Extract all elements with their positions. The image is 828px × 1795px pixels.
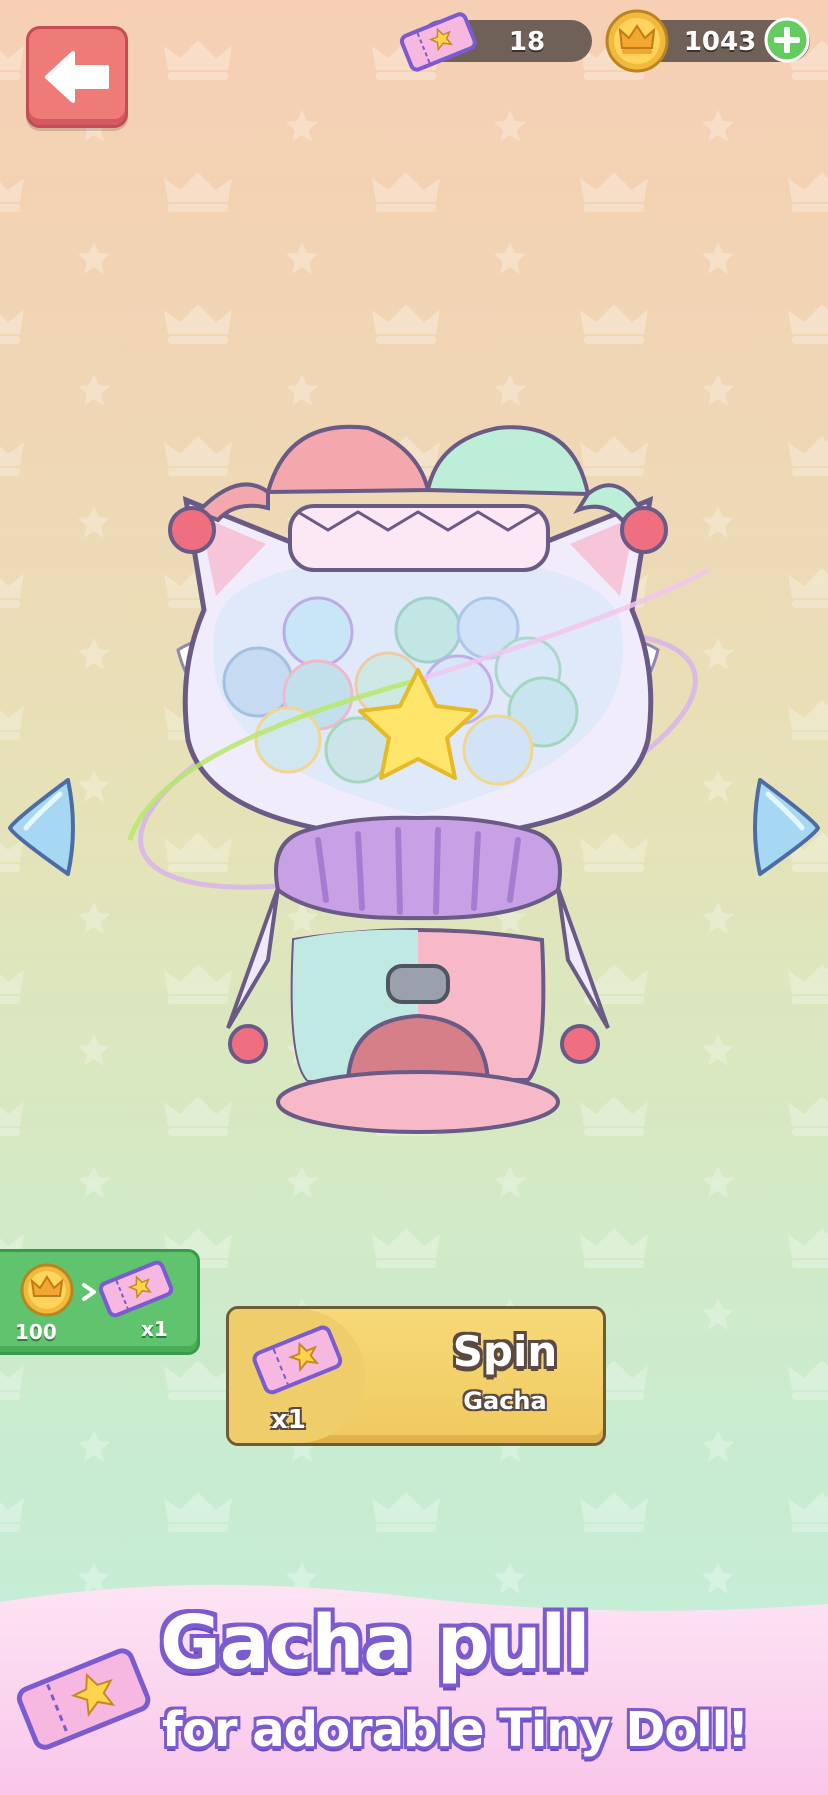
- pattern-crown: [580, 172, 648, 212]
- ticket-icon: [252, 1325, 343, 1395]
- ticket-icon: [398, 8, 478, 78]
- pattern-crown: [788, 436, 828, 476]
- coin-count: 1043: [683, 27, 757, 57]
- chevron-right-icon: [82, 1283, 96, 1301]
- exchange-coins-button[interactable]: 100 x1: [0, 1249, 200, 1355]
- pattern-star: [78, 638, 110, 670]
- crown-coin-icon: [604, 8, 670, 78]
- pattern-star: [286, 374, 318, 406]
- right-arrow-icon: [753, 778, 820, 876]
- pattern-star: [78, 1034, 110, 1066]
- pattern-crown: [0, 700, 24, 740]
- pattern-crown: [788, 700, 828, 740]
- pattern-star: [78, 1166, 110, 1198]
- pattern-crown: [788, 1228, 828, 1268]
- pattern-crown: [164, 1360, 232, 1400]
- pattern-crown: [0, 1492, 24, 1532]
- pattern-star: [286, 1166, 318, 1198]
- pattern-crown: [788, 568, 828, 608]
- pattern-crown: [372, 172, 440, 212]
- pattern-crown: [788, 1360, 828, 1400]
- spin-sublabel: Gacha: [463, 1387, 547, 1415]
- pattern-crown: [372, 1228, 440, 1268]
- pattern-star: [494, 1166, 526, 1198]
- pattern-star: [286, 110, 318, 142]
- pattern-crown: [0, 1360, 24, 1400]
- pattern-crown: [0, 568, 24, 608]
- banner-title: Gacha pull: [160, 1600, 590, 1686]
- pattern-crown: [788, 1096, 828, 1136]
- pattern-crown: [788, 964, 828, 1004]
- pattern-star: [702, 374, 734, 406]
- banner-subtitle: for adorable Tiny Doll!: [162, 1702, 749, 1758]
- pattern-crown: [164, 40, 232, 80]
- pattern-crown: [0, 40, 24, 80]
- pattern-crown: [788, 172, 828, 212]
- pattern-crown: [164, 304, 232, 344]
- pattern-star: [78, 770, 110, 802]
- pattern-star: [78, 374, 110, 406]
- pattern-star: [702, 1430, 734, 1462]
- pattern-star: [702, 1166, 734, 1198]
- pattern-star: [494, 110, 526, 142]
- pattern-star: [702, 1298, 734, 1330]
- pattern-crown: [0, 304, 24, 344]
- exchange-coin-cost: 100: [15, 1320, 57, 1344]
- pattern-crown: [580, 1492, 648, 1532]
- spin-cost: x1: [271, 1405, 306, 1435]
- pattern-crown: [580, 1228, 648, 1268]
- pattern-crown: [0, 172, 24, 212]
- pattern-crown: [580, 304, 648, 344]
- ticket-icon: [14, 1640, 154, 1764]
- pattern-star: [78, 506, 110, 538]
- pattern-star: [78, 1430, 110, 1462]
- pattern-crown: [0, 964, 24, 1004]
- spin-label: Spin: [452, 1327, 558, 1376]
- pattern-crown: [788, 304, 828, 344]
- pattern-star: [78, 902, 110, 934]
- crown-coin-icon: [20, 1263, 74, 1317]
- pattern-crown: [788, 1492, 828, 1532]
- pattern-star: [702, 242, 734, 274]
- gacha-machine[interactable]: [118, 420, 718, 1144]
- left-arrow-icon: [8, 778, 75, 876]
- back-button[interactable]: [26, 26, 128, 128]
- pattern-crown: [164, 172, 232, 212]
- spin-gacha-button[interactable]: x1 Spin Gacha: [226, 1306, 606, 1446]
- exchange-ticket-amount: x1: [141, 1317, 168, 1341]
- pattern-crown: [372, 1492, 440, 1532]
- plus-icon: [764, 17, 810, 63]
- pattern-star: [494, 242, 526, 274]
- pattern-crown: [0, 436, 24, 476]
- add-coins-button[interactable]: [764, 17, 810, 63]
- pattern-star: [702, 110, 734, 142]
- previous-machine-button[interactable]: [4, 774, 76, 884]
- pattern-star: [78, 242, 110, 274]
- ticket-count: 18: [508, 27, 546, 57]
- pattern-crown: [164, 1492, 232, 1532]
- pattern-star: [494, 374, 526, 406]
- pattern-crown: [372, 304, 440, 344]
- back-arrow-icon: [45, 51, 109, 103]
- ticket-icon: [98, 1260, 174, 1318]
- pattern-star: [286, 242, 318, 274]
- pattern-crown: [0, 1096, 24, 1136]
- next-machine-button[interactable]: [752, 774, 824, 884]
